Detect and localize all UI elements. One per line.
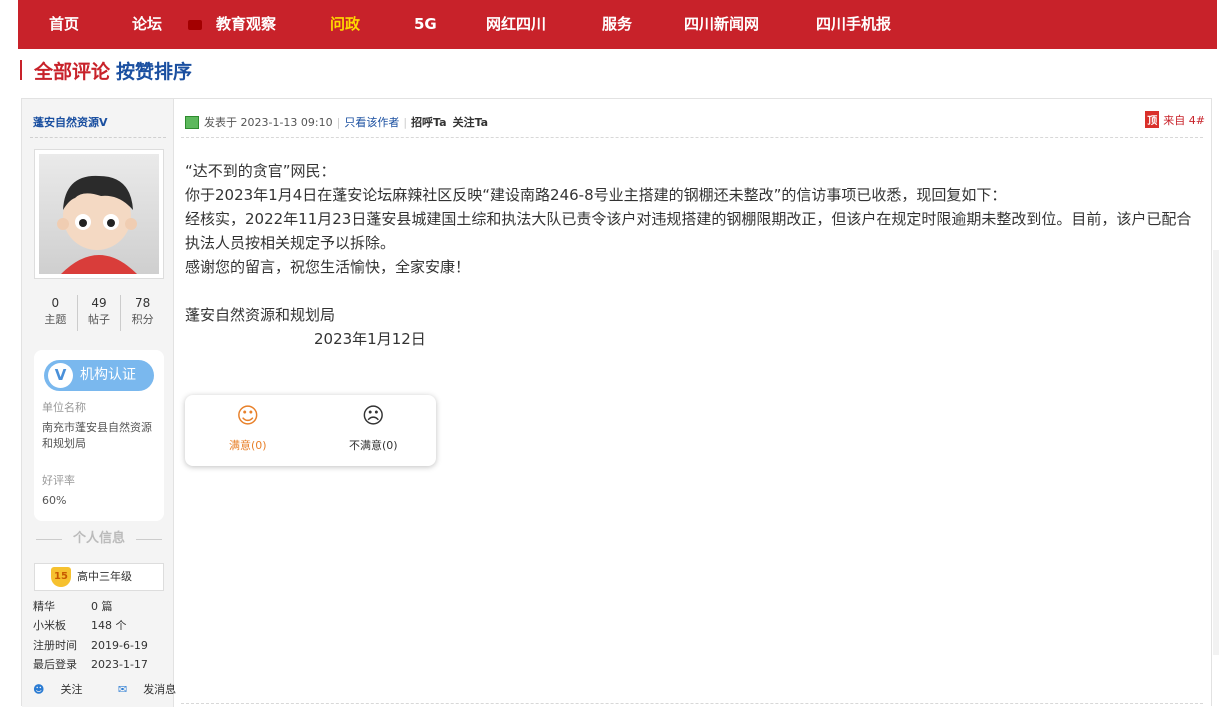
follow-label: 关注 [60,683,83,696]
avatar-image [39,154,159,274]
floor-number[interactable]: 顶 来自 4# [1145,111,1205,128]
nav-item-wanghong-sichuan[interactable]: 网红四川 [486,0,546,49]
info-value: 2023-1-17 [91,658,148,671]
stat-points[interactable]: 78 积分 [121,295,164,331]
stat-posts-value: 49 [91,296,107,310]
post-line [185,279,1195,303]
satisfied-label: 满意(0) [228,439,267,452]
nav-item-service[interactable]: 服务 [602,0,632,49]
follow-button[interactable]: ☻ 关注 [33,683,98,696]
nav-item-forum[interactable]: 论坛 [132,0,162,49]
info-value: 148 个 [91,619,127,632]
rating-value: 60% [42,494,67,507]
info-key: 最后登录 [33,658,77,671]
stat-threads[interactable]: 0 主题 [34,295,78,331]
nav-item-wenzheng[interactable]: 问政 [330,0,360,49]
avatar-illustration [57,175,137,274]
sort-by-likes-link[interactable]: 按赞排序 [116,57,192,84]
stat-posts-label: 帖子 [88,313,110,326]
author-name[interactable]: 蓬安自然资源V [33,114,108,130]
satisfied-button[interactable]: ☺ 满意(0) [185,395,311,466]
stat-threads-label: 主题 [44,313,67,326]
posted-at: 发表于 2023-1-13 09:10 [204,116,333,129]
certification-badge-label: 机构认证 [80,367,136,383]
info-value: 2019-6-19 [91,639,148,652]
info-key: 小米板 [33,619,66,632]
post-date-line: 2023年1月12日 [314,330,426,348]
divider [181,137,1203,138]
verified-icon: V [48,363,73,388]
info-key: 注册时间 [33,639,77,652]
info-key: 精华 [33,600,55,613]
grade-shield-icon: 15 [51,567,71,587]
rating-label: 好评率 [42,474,75,487]
comments-heading: 全部评论 按赞排序 [20,57,192,83]
top-nav: 首页 论坛 教育观察 问政 5G 网红四川 服务 四川新闻网 四川手机报 [18,0,1217,49]
post-line: 经核实，2022年11月23日蓬安县城建国土综和执法大队已责令该户对违规搭建的钢… [185,210,1192,252]
info-value: 0 篇 [91,600,113,613]
post-content: 发表于 2023-1-13 09:10 | 只看该作者 | 招呼Ta 关注Ta … [175,99,1213,707]
satisfaction-vote: ☺ 满意(0) ☹ 不满意(0) [185,395,436,466]
unit-name-label: 单位名称 [42,401,86,414]
info-row-register: 注册时间 2019-6-19 [33,637,148,653]
post-line: 感谢您的留言，祝您生活愉快，全家安康！ [185,258,471,276]
post-line: 你于2023年1月4日在蓬安论坛麻辣社区反映“建设南路246-8号业主搭建的钢棚… [185,186,1007,204]
info-row-xiaomiban: 小米板 148 个 [33,617,127,633]
stat-threads-value: 0 [51,296,60,310]
separator: | [403,115,408,129]
smile-icon: ☺ [236,404,260,429]
stat-posts[interactable]: 49 帖子 [78,295,122,331]
follow-author-link[interactable]: 关注Ta [453,114,489,130]
live-icon [188,20,202,30]
personal-info-title: 个人信息 [34,529,164,549]
post-body: “达不到的贪官”网民： 你于2023年1月4日在蓬安论坛麻辣社区反映“建设南路2… [185,159,1195,351]
top-icon: 顶 [1145,111,1160,128]
unsatisfied-label: 不满意(0) [348,439,398,452]
info-row-digest: 精华 0 篇 [33,598,113,614]
all-comments-title: 全部评论 [34,60,111,83]
separator: | [336,115,341,129]
divider [181,703,1203,704]
post: 蓬安自然资源V 0 主题 49 帖子 78 积分 V 机构认证 单位名称 南充市… [21,98,1213,707]
grade-badge: 15 高中三年级 [34,563,164,591]
author-stats: 0 主题 49 帖子 78 积分 [34,295,164,331]
certification-badge: V 机构认证 [44,360,154,391]
nav-item-5g[interactable]: 5G [414,0,437,49]
post-line: “达不到的贪官”网民： [185,162,336,180]
unit-name-value: 南充市蓬安县自然资源和规划局 [42,421,152,450]
post-icon [185,115,199,129]
greet-link[interactable]: 招呼Ta [411,114,447,130]
only-author-link[interactable]: 只看该作者 [344,114,399,130]
grade-name: 高中三年级 [77,570,132,583]
follow-icon: ☻ [33,683,45,696]
post-meta: 发表于 2023-1-13 09:10 | 只看该作者 | 招呼Ta 关注Ta [185,114,494,130]
author-sidebar: 蓬安自然资源V 0 主题 49 帖子 78 积分 V 机构认证 单位名称 南充市… [22,99,177,707]
frown-icon: ☹ [361,404,385,429]
divider [30,137,166,138]
nav-item-home[interactable]: 首页 [49,0,79,49]
avatar[interactable] [34,149,164,279]
nav-item-sichuan-mobile[interactable]: 四川手机报 [816,0,891,49]
envelope-icon: ✉ [117,683,128,696]
certification-card: V 机构认证 单位名称 南充市蓬安县自然资源和规划局 好评率 60% [34,350,164,521]
nav-item-education[interactable]: 教育观察 [216,0,276,49]
heading-bar [20,60,22,80]
post-line: 蓬安自然资源和规划局 [185,306,336,324]
page-edge [1213,250,1219,655]
message-label: 发消息 [143,683,177,696]
stat-points-label: 积分 [131,313,154,326]
nav-item-sichuan-news[interactable]: 四川新闻网 [684,0,759,49]
stat-points-value: 78 [135,296,151,310]
floor-label: 来自 4# [1163,113,1205,127]
unsatisfied-button[interactable]: ☹ 不满意(0) [311,395,437,466]
info-row-last-login: 最后登录 2023-1-17 [33,656,148,672]
